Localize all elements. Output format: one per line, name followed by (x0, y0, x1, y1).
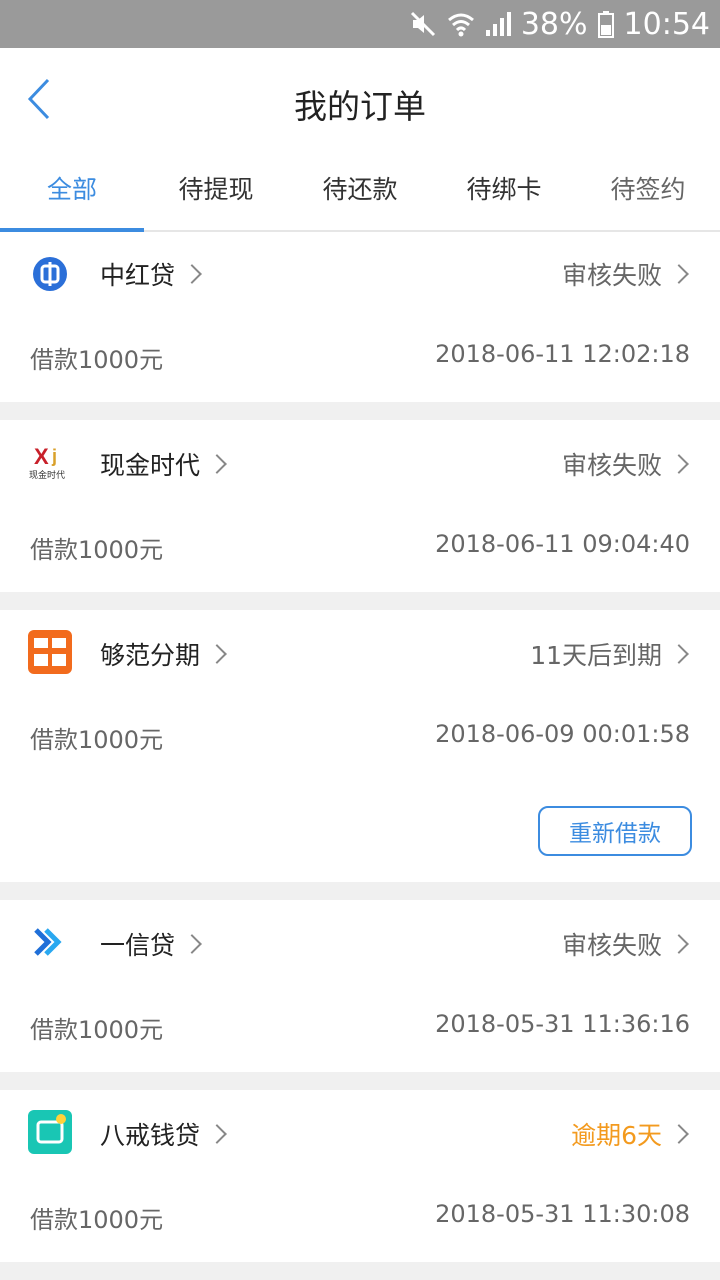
order-product-name[interactable]: 现金时代 (100, 446, 227, 482)
order-amount: 借款1000元 (30, 1206, 164, 1234)
chevron-right-icon (207, 454, 227, 474)
yixindai-logo-icon (28, 920, 72, 964)
order-time: 2018-05-31 11:36:16 (435, 1010, 690, 1038)
signal-icon (485, 10, 511, 38)
chevron-right-icon (182, 264, 202, 284)
order-product-name[interactable]: 够范分期 (100, 636, 227, 672)
tab-pending-sign[interactable]: 待签约 (576, 170, 720, 206)
order-status[interactable]: 11天后到期 (530, 636, 689, 672)
tab-pending-bind-card[interactable]: 待绑卡 (432, 170, 576, 206)
order-status[interactable]: 审核失败 (562, 256, 689, 292)
chevron-right-icon (669, 644, 689, 664)
order-card[interactable]: 够范分期 11天后到期 借款1000元 2018-06-09 00:01:58 … (0, 610, 720, 882)
svg-text:j: j (51, 446, 57, 466)
chevron-right-icon (182, 934, 202, 954)
battery-icon (597, 10, 614, 38)
order-time: 2018-06-11 12:02:18 (435, 340, 690, 368)
order-product-name[interactable]: 中红贷 (100, 256, 202, 292)
chevron-right-icon (669, 454, 689, 474)
mute-icon (409, 10, 437, 38)
order-status[interactable]: 审核失败 (562, 926, 689, 962)
xianjinshidai-logo-icon: X j 现金时代 (28, 440, 72, 484)
order-status[interactable]: 审核失败 (562, 446, 689, 482)
order-card[interactable]: 八戒钱贷 逾期6天 借款1000元 2018-05-31 11:30:08 (0, 1090, 720, 1262)
order-time: 2018-06-11 09:04:40 (435, 530, 690, 558)
bajieqiandai-logo-icon (28, 1110, 72, 1154)
battery-percent: 38% (520, 6, 588, 42)
tab-pending-withdraw[interactable]: 待提现 (144, 170, 288, 206)
order-time: 2018-05-31 11:30:08 (435, 1200, 690, 1228)
status-bar: 38% 10:54 (0, 0, 720, 48)
chevron-right-icon (669, 934, 689, 954)
order-product-name[interactable]: 八戒钱贷 (100, 1116, 227, 1152)
app-header: 我的订单 (0, 48, 720, 150)
order-card[interactable]: X j 现金时代 现金时代 审核失败 借款1000元 2018-06-11 09… (0, 420, 720, 592)
chevron-right-icon (669, 1124, 689, 1144)
order-amount: 借款1000元 (30, 536, 164, 564)
order-status[interactable]: 逾期6天 (571, 1116, 689, 1152)
order-amount: 借款1000元 (30, 726, 164, 754)
page-title: 我的订单 (294, 87, 426, 126)
goufan-logo-icon (28, 630, 72, 674)
chevron-right-icon (207, 1124, 227, 1144)
clock: 10:54 (623, 6, 710, 42)
tab-bar: 全部 待提现 待还款 待绑卡 待签约 (0, 150, 720, 232)
order-card[interactable]: 中红贷 审核失败 借款1000元 2018-06-11 12:02:18 (0, 232, 720, 402)
tab-pending-repay[interactable]: 待还款 (288, 170, 432, 206)
order-amount: 借款1000元 (30, 1016, 164, 1044)
svg-text:现金时代: 现金时代 (29, 469, 65, 481)
order-time: 2018-06-09 00:01:58 (435, 720, 690, 748)
svg-text:X: X (34, 444, 49, 469)
order-product-name[interactable]: 一信贷 (100, 926, 202, 962)
chevron-right-icon (669, 264, 689, 284)
reborrow-button[interactable]: 重新借款 (538, 806, 692, 856)
wifi-icon (447, 10, 475, 38)
chevron-right-icon (207, 644, 227, 664)
zhonghongdai-logo-icon (28, 252, 72, 296)
tab-all[interactable]: 全部 (0, 170, 144, 206)
order-amount: 借款1000元 (30, 346, 164, 374)
order-card[interactable]: 一信贷 审核失败 借款1000元 2018-05-31 11:36:16 (0, 900, 720, 1072)
